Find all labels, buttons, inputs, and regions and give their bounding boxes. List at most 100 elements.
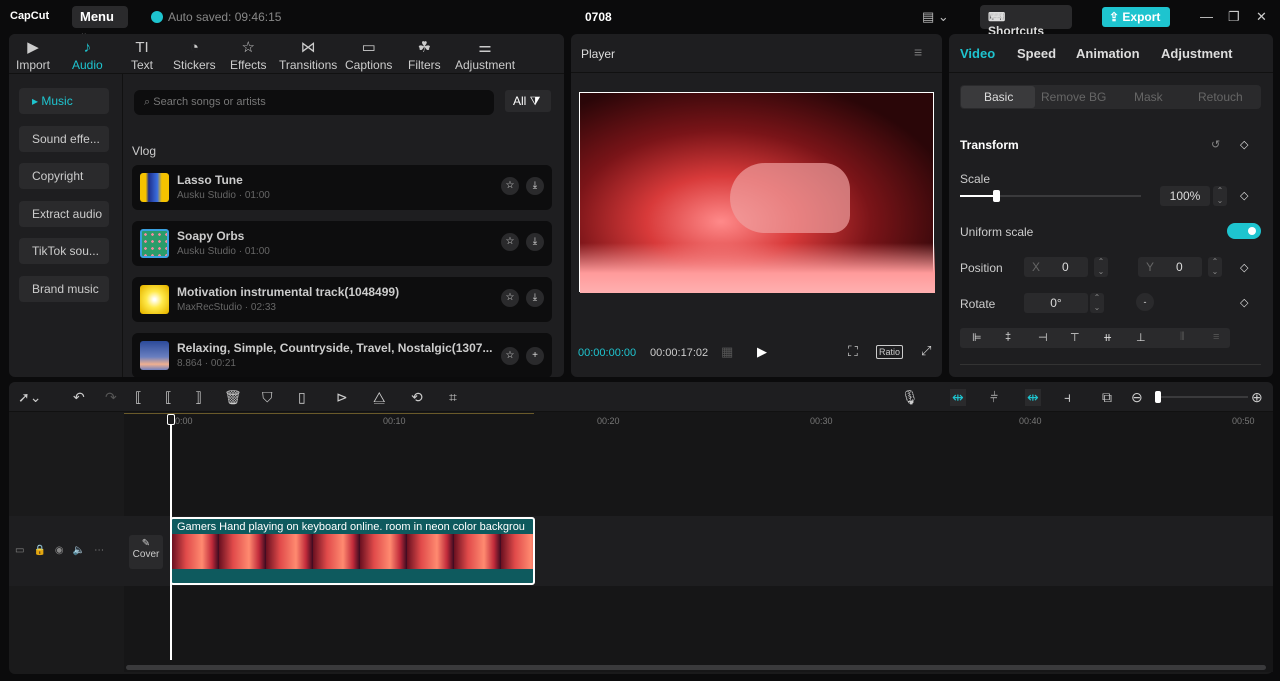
video-clip[interactable]: Gamers Hand playing on keyboard online. … — [170, 517, 535, 585]
undo-icon[interactable]: ↶ — [73, 389, 85, 406]
zoom-slider-handle[interactable] — [1155, 391, 1161, 403]
favorite-icon[interactable]: ☆ — [501, 233, 519, 251]
distribute-h-icon[interactable]: ⫴ — [1180, 331, 1185, 344]
subtab-mask[interactable]: Mask — [1134, 90, 1163, 104]
distribute-v-icon[interactable]: ≡ — [1213, 331, 1219, 343]
align-right-icon[interactable]: ⊣ — [1038, 331, 1048, 344]
mirror-icon[interactable]: ⧋ — [373, 389, 386, 406]
playhead-handle[interactable] — [167, 414, 175, 425]
rotate-dial[interactable]: - — [1136, 293, 1154, 311]
project-title[interactable]: 0708 — [585, 10, 612, 24]
reset-icon[interactable]: ↺ — [1211, 138, 1220, 151]
tab-text[interactable]: TI Text — [131, 38, 153, 72]
waveform-icon[interactable]: ▦ — [721, 344, 733, 360]
audio-mute-icon[interactable]: 🔈 — [73, 545, 94, 556]
tab-adjustment[interactable]: ⚌ Adjustment — [455, 38, 515, 72]
position-x-input[interactable]: X0 — [1024, 257, 1088, 277]
rotate-stepper[interactable]: ⌃ ⌄ — [1090, 293, 1104, 313]
split-icon[interactable]: ⟦ — [135, 389, 142, 406]
tab-stickers[interactable]: ◔ Stickers — [173, 38, 216, 72]
align-center-h-icon[interactable]: ‡ — [1005, 331, 1011, 343]
keyframe-icon[interactable]: ◇ — [1240, 261, 1248, 274]
fullscreen-icon[interactable]: ⤢ — [921, 343, 931, 359]
menu-icon[interactable]: ≡ — [914, 44, 922, 60]
add-icon[interactable]: + — [526, 347, 544, 365]
tab-speed[interactable]: Speed — [1017, 46, 1056, 61]
scale-stepper[interactable]: ⌃ ⌄ — [1213, 186, 1227, 206]
tab-filters[interactable]: ☘ Filters — [408, 38, 441, 72]
fit-screen-icon[interactable]: ⛶ — [848, 343, 858, 360]
close-icon[interactable]: ✕ — [1256, 9, 1267, 25]
snap-icon[interactable]: ⫩ — [990, 389, 998, 406]
align-top-icon[interactable]: ⊤ — [1070, 331, 1080, 344]
sidebar-item-music[interactable]: ▸ Music — [19, 88, 109, 114]
redo-icon[interactable]: ↷ — [105, 389, 117, 406]
select-tool-icon[interactable]: ➚⌄ — [18, 389, 41, 406]
scale-input[interactable]: 100% — [1160, 186, 1210, 206]
subtab-remove-bg[interactable]: Remove BG — [1041, 90, 1106, 104]
layout-icon[interactable]: ▤ ⌄ — [922, 9, 949, 25]
cover-button[interactable]: ✎ Cover — [129, 535, 163, 569]
marker-icon[interactable]: ⛉ — [262, 389, 273, 406]
microphone-icon[interactable]: 🎙 — [901, 389, 919, 406]
favorite-icon[interactable]: ☆ — [501, 289, 519, 307]
keyframe-icon[interactable]: ◇ — [1240, 296, 1248, 309]
shortcuts-button[interactable]: ⌨ Shortcuts — [980, 5, 1072, 38]
tab-effects[interactable]: ☆ Effects — [230, 38, 266, 72]
sidebar-item-copyright[interactable]: Copyright — [19, 163, 109, 189]
position-x-stepper[interactable]: ⌃ ⌄ — [1094, 257, 1108, 277]
play-icon[interactable]: ▶ — [757, 344, 767, 360]
sidebar-item-extract-audio[interactable]: Extract audio — [19, 201, 109, 227]
ratio-button[interactable]: Ratio — [876, 345, 904, 359]
lock-icon[interactable]: 🔒 — [33, 545, 54, 556]
rotate-input[interactable]: 0° — [1024, 293, 1088, 313]
favorite-icon[interactable]: ☆ — [501, 347, 519, 365]
crop-icon[interactable]: ⌗ — [449, 389, 457, 406]
reverse-icon[interactable]: ⊳ — [336, 389, 348, 406]
scale-slider[interactable] — [960, 190, 1141, 202]
export-button[interactable]: ⇪ Export — [1102, 7, 1170, 27]
rotate-icon[interactable]: ⟲ — [411, 389, 423, 406]
song-item[interactable]: Relaxing, Simple, Countryside, Travel, N… — [132, 333, 552, 377]
song-item[interactable]: Lasso Tune Ausku Studio · 01:00 ☆ ⤓ — [132, 165, 552, 210]
song-item[interactable]: Motivation instrumental track(1048499) Ma… — [132, 277, 552, 322]
thumbnail-icon[interactable]: ⧉ — [1102, 389, 1112, 406]
tab-captions[interactable]: ▭ Captions — [345, 38, 392, 72]
download-icon[interactable]: ⤓ — [526, 177, 544, 195]
preview-axis-icon[interactable]: ⫞ — [1064, 389, 1071, 406]
video-preview[interactable] — [579, 92, 935, 293]
zoom-out-icon[interactable]: ⊖ — [1131, 389, 1143, 406]
restore-icon[interactable]: ❐ — [1228, 9, 1240, 25]
search-input[interactable]: ⌕ Search songs or artists — [134, 90, 494, 115]
tab-transitions[interactable]: ⋈ Transitions — [279, 38, 337, 72]
download-icon[interactable]: ⤓ — [526, 233, 544, 251]
tab-audio[interactable]: ♪ Audio — [72, 38, 103, 72]
uniform-scale-toggle[interactable] — [1227, 223, 1261, 239]
horizontal-scrollbar[interactable] — [126, 665, 1266, 670]
tab-animation[interactable]: Animation — [1076, 46, 1140, 61]
download-icon[interactable]: ⤓ — [526, 289, 544, 307]
transform-heading[interactable]: Transform — [960, 138, 1019, 152]
track-video-icon[interactable]: ▭ — [15, 545, 33, 556]
sidebar-item-sound-effects[interactable]: Sound effe... — [19, 126, 109, 152]
position-y-stepper[interactable]: ⌃ ⌄ — [1208, 257, 1222, 277]
filter-button[interactable]: All ⧩ — [505, 90, 551, 112]
subtab-retouch[interactable]: Retouch — [1198, 90, 1243, 104]
tab-import[interactable]: ▶ Import — [16, 38, 50, 72]
more-icon[interactable]: ⋯ — [94, 545, 113, 556]
align-bottom-icon[interactable]: ⊥ — [1136, 331, 1146, 344]
position-y-input[interactable]: Y0 — [1138, 257, 1202, 277]
linkage-icon[interactable]: ⇹ — [1025, 389, 1041, 406]
align-center-v-icon[interactable]: ⧺ — [1103, 331, 1112, 344]
main-track-magnet-icon[interactable]: ⇹ — [950, 389, 966, 406]
sidebar-item-tiktok-sounds[interactable]: TikTok sou... — [19, 238, 109, 264]
favorite-icon[interactable]: ☆ — [501, 177, 519, 195]
split-right-icon[interactable]: ⟧ — [195, 389, 202, 406]
keyframe-icon[interactable]: ◇ — [1240, 189, 1248, 202]
delete-icon[interactable]: 🗑 — [224, 389, 242, 406]
tab-video[interactable]: Video — [960, 46, 995, 61]
visibility-icon[interactable]: ◉ — [55, 545, 73, 556]
align-left-icon[interactable]: ⊫ — [972, 331, 982, 344]
playhead[interactable] — [167, 414, 175, 660]
scale-slider-handle[interactable] — [992, 190, 1000, 202]
